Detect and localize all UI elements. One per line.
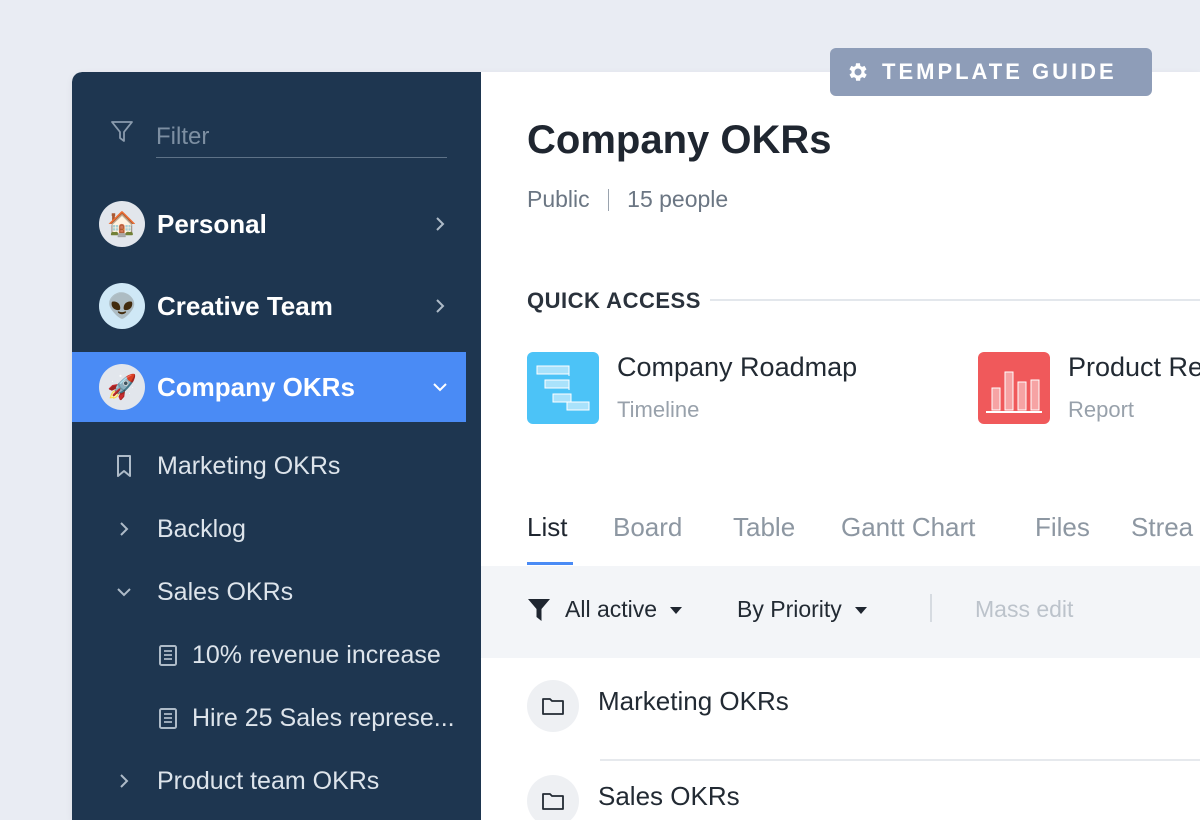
caret-down-icon <box>854 606 867 614</box>
list-item[interactable]: Marketing OKRs <box>481 666 1200 761</box>
template-guide-label: TEMPLATE GUIDE <box>882 59 1117 84</box>
tree-item-label: 10% revenue increase <box>192 641 441 669</box>
report-chart-icon <box>978 352 1050 424</box>
folder-label: Sales OKRs <box>598 781 740 811</box>
main-content: Company OKRs Public 15 people QUICK ACCE… <box>481 72 1200 820</box>
tab-board[interactable]: Board <box>613 512 682 543</box>
list-toolbar: All active By Priority Mass edit <box>481 566 1200 658</box>
workspace-company-okrs[interactable]: 🚀 Company OKRs <box>72 352 466 422</box>
sort-label: By Priority <box>737 596 842 622</box>
quick-access-card-product-release[interactable]: Product Releas Report <box>978 352 1200 424</box>
task-icon <box>159 645 177 666</box>
chevron-right-icon[interactable] <box>432 213 448 235</box>
quick-access-name: Product Releas <box>1068 352 1200 382</box>
chevron-right-icon[interactable] <box>112 769 136 793</box>
workspace-label: Creative Team <box>157 291 333 321</box>
visibility-label: Public <box>527 186 590 212</box>
tree-item-label: Hire 25 Sales represe... <box>192 704 455 732</box>
mass-edit-button[interactable]: Mass edit <box>975 596 1073 623</box>
quick-access-type: Report <box>1068 397 1135 422</box>
filter-label: All active <box>565 596 658 622</box>
template-guide-button[interactable]: TEMPLATE GUIDE <box>830 48 1152 96</box>
tree-item-marketing-okrs[interactable]: Marketing OKRs <box>72 441 481 491</box>
quick-access-divider <box>710 299 1200 301</box>
quick-access-heading: QUICK ACCESS <box>527 288 701 313</box>
filter-input[interactable] <box>156 116 447 158</box>
sidebar-filter <box>110 116 447 160</box>
filter-icon <box>528 598 550 621</box>
filter-dropdown[interactable]: All active <box>527 596 683 623</box>
active-tab-indicator <box>527 562 573 565</box>
quick-access-type: Timeline <box>617 397 700 422</box>
caret-down-icon <box>670 606 683 614</box>
toolbar-divider <box>930 594 932 622</box>
folder-icon <box>527 775 579 820</box>
sort-dropdown[interactable]: By Priority <box>737 596 868 623</box>
workspace-label: Company OKRs <box>157 372 355 402</box>
tree-item-product-team-okrs[interactable]: Product team OKRs <box>72 756 481 806</box>
quick-access-card-roadmap[interactable]: Company Roadmap Timeline <box>527 352 887 424</box>
rocket-icon: 🚀 <box>99 364 145 410</box>
filter-icon <box>111 121 133 142</box>
tree-item-label: Backlog <box>157 515 246 543</box>
gear-icon <box>849 63 867 81</box>
tree-item-revenue-increase[interactable]: 10% revenue increase <box>72 630 481 680</box>
space-meta: Public 15 people <box>527 186 728 213</box>
alien-icon: 👽 <box>99 283 145 329</box>
view-tabs: List Board Table Gantt Chart Files Strea <box>527 512 1200 566</box>
tab-table[interactable]: Table <box>733 512 795 543</box>
tree-item-backlog[interactable]: Backlog <box>72 504 481 554</box>
tree-item-label: Marketing OKRs <box>157 452 341 480</box>
bookmark-icon <box>117 455 131 477</box>
chevron-down-icon[interactable] <box>432 376 448 398</box>
tab-files[interactable]: Files <box>1035 512 1090 543</box>
tab-gantt-chart[interactable]: Gantt Chart <box>841 512 975 543</box>
workspace-label: Personal <box>157 209 267 239</box>
folder-label: Marketing OKRs <box>598 686 789 716</box>
chevron-right-icon[interactable] <box>112 517 136 541</box>
page-title: Company OKRs <box>527 118 832 162</box>
folder-icon <box>527 680 579 732</box>
people-count[interactable]: 15 people <box>627 186 728 213</box>
sidebar: 🏠 Personal 👽 Creative Team 🚀 Company OKR… <box>72 72 481 820</box>
tab-list[interactable]: List <box>527 512 567 543</box>
tab-stream[interactable]: Strea <box>1131 512 1193 543</box>
tree-item-hire-sales[interactable]: Hire 25 Sales represe... <box>72 693 481 743</box>
timeline-icon <box>527 352 599 424</box>
task-icon <box>159 708 177 729</box>
house-icon: 🏠 <box>99 201 145 247</box>
tree-item-label: Sales OKRs <box>157 578 294 606</box>
list-item[interactable]: Sales OKRs <box>481 761 1200 820</box>
tree-item-label: Product team OKRs <box>157 767 380 795</box>
meta-divider <box>607 188 610 211</box>
app-window: 🏠 Personal 👽 Creative Team 🚀 Company OKR… <box>72 72 1200 820</box>
tree-item-sales-okrs[interactable]: Sales OKRs <box>72 567 481 617</box>
workspace-personal[interactable]: 🏠 Personal <box>72 189 466 259</box>
chevron-right-icon[interactable] <box>432 295 448 317</box>
workspace-creative-team[interactable]: 👽 Creative Team <box>72 271 466 341</box>
quick-access-name: Company Roadmap <box>617 352 858 382</box>
chevron-down-icon[interactable] <box>112 580 136 604</box>
